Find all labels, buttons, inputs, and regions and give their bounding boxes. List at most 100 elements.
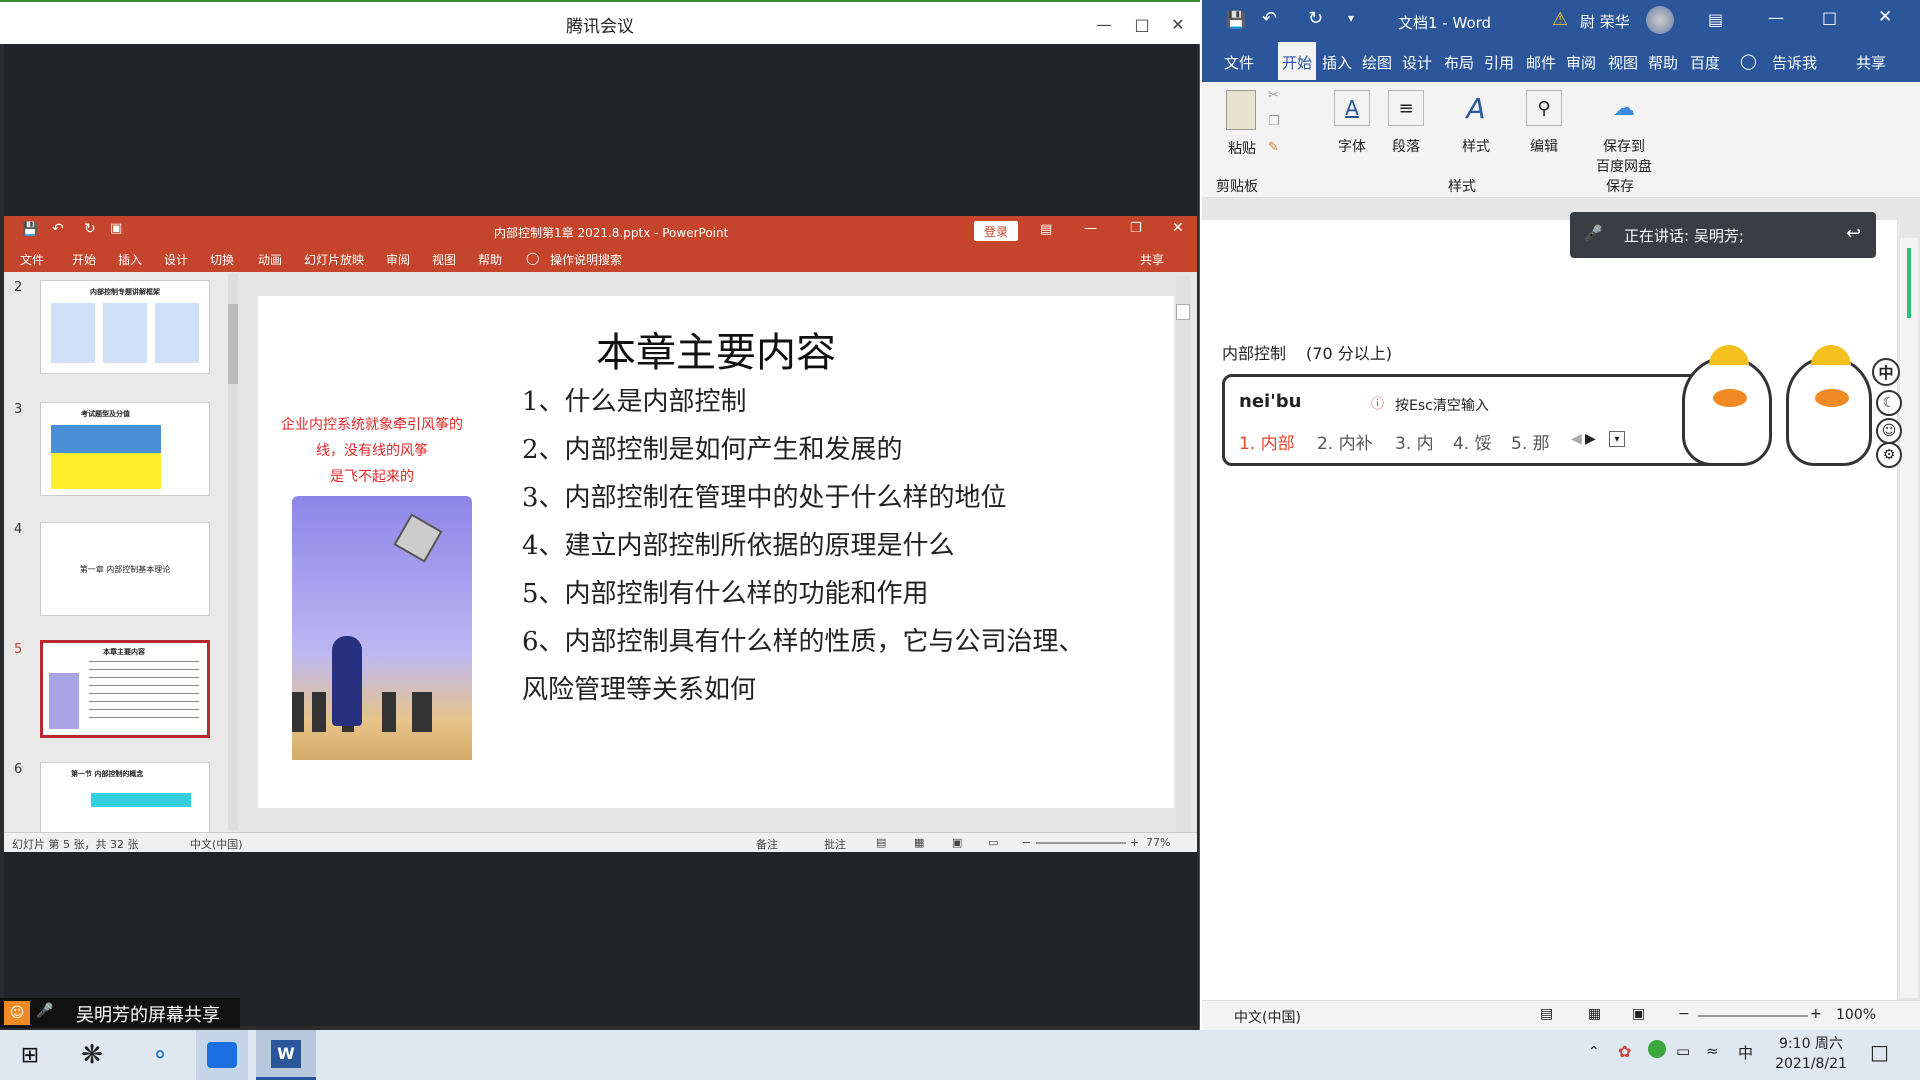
tab-help[interactable]: 帮助 [1648, 52, 1678, 73]
slideshow-icon[interactable]: ▣ [110, 221, 122, 236]
zoom-in-icon[interactable]: + [1810, 1006, 1822, 1022]
save-icon[interactable]: 💾 [22, 222, 38, 237]
word-taskbar-icon[interactable]: W [256, 1030, 316, 1080]
next-page-icon[interactable]: ▶ [1585, 431, 1596, 447]
ribbon-display-icon[interactable]: ▤ [1040, 222, 1052, 237]
zoom-slider[interactable] [1698, 1015, 1808, 1017]
document-page[interactable]: 内部控制 (70 分以上) [1202, 220, 1897, 1000]
tab-help[interactable]: 帮助 [478, 251, 502, 268]
undo-icon[interactable]: ↶ [1262, 8, 1277, 29]
reply-icon[interactable]: ↩ [1846, 223, 1861, 244]
print-layout-icon[interactable]: ▦ [1588, 1006, 1601, 1022]
moon-icon[interactable]: ☾ [1876, 390, 1902, 416]
word-language[interactable]: 中文(中国) [1234, 1007, 1301, 1027]
ppt-zoom-level[interactable]: 77% [1146, 836, 1170, 849]
tab-layout[interactable]: 布局 [1444, 52, 1474, 73]
slide-thumbnail-selected[interactable]: 本章主要内容 [40, 640, 210, 738]
tab-review[interactable]: 审阅 [386, 251, 410, 268]
ribbon-display-icon[interactable]: ▤ [1708, 10, 1723, 29]
word-scrollbar[interactable] [1900, 238, 1918, 998]
slide-thumbnail[interactable]: 第一章 内部控制基本理论 [40, 522, 210, 616]
tray-icon[interactable]: ✿ [1618, 1042, 1631, 1061]
slide-canvas[interactable]: 本章主要内容 企业内控系统就象牵引风筝的线，没有线的风筝 是飞不起来的 1、什么… [258, 296, 1174, 808]
zoom-out-icon[interactable]: − [1022, 836, 1031, 849]
ime-candidate[interactable]: 2. 内补 [1317, 429, 1373, 454]
start-icon[interactable]: ⊞ [12, 1040, 48, 1070]
ime-candidate[interactable]: 4. 馁 [1453, 429, 1492, 454]
chevron-up-icon[interactable]: ⌃ [1588, 1044, 1600, 1060]
ppt-minimize-icon[interactable]: — [1084, 221, 1097, 236]
slide-thumbnail[interactable]: 考试题型及分值 [40, 402, 210, 496]
tab-baidu[interactable]: 百度 [1690, 52, 1720, 73]
tab-mailings[interactable]: 邮件 [1526, 52, 1556, 73]
user-name[interactable]: 尉 荣华 [1580, 11, 1630, 32]
tab-file[interactable]: 文件 [1224, 52, 1254, 73]
save-icon[interactable]: 💾 [1226, 10, 1246, 29]
slide-thumbnail[interactable]: 内部控制专题讲解框架 [40, 280, 210, 374]
wifi-icon[interactable]: ≈ [1706, 1042, 1719, 1060]
tencent-meeting-taskbar-icon[interactable] [196, 1030, 248, 1080]
slide-scrollbar[interactable] [1176, 276, 1190, 832]
ime-candidate[interactable]: 1. 内部 [1239, 429, 1295, 454]
tab-file[interactable]: 文件 [20, 251, 44, 268]
tab-home[interactable]: 开始 [1278, 42, 1317, 82]
ime-candidate[interactable]: 5. 那 [1511, 429, 1550, 454]
slide-thumbnail[interactable]: 第一节 内部控制的概念 [40, 762, 210, 832]
tab-transitions[interactable]: 切换 [210, 251, 234, 268]
word-minimize-icon[interactable]: — [1768, 8, 1784, 27]
quick-access-dropdown-icon[interactable]: ▾ [1348, 11, 1354, 25]
tab-home[interactable]: 开始 [72, 251, 96, 268]
notes-button[interactable]: 备注 [756, 836, 778, 852]
tab-draw[interactable]: 绘图 [1362, 52, 1392, 73]
word-close-icon[interactable]: ✕ [1878, 7, 1892, 27]
zoom-out-icon[interactable]: − [1678, 1006, 1690, 1022]
tell-me-search[interactable]: 操作说明搜索 [550, 251, 622, 268]
browser-icon[interactable]: ⚬ [142, 1038, 178, 1072]
emoji-icon[interactable]: ☺ [1876, 418, 1902, 444]
close-icon[interactable]: ✕ [1164, 10, 1192, 38]
ppt-close-icon[interactable]: ✕ [1172, 220, 1184, 236]
ime-candidate[interactable]: 3. 内 [1395, 429, 1434, 454]
ime-tray-mode[interactable]: 中 [1738, 1042, 1753, 1063]
tab-design[interactable]: 设计 [1402, 52, 1432, 73]
read-mode-icon[interactable]: ▤ [1540, 1006, 1553, 1022]
redo-icon[interactable]: ↻ [1308, 8, 1323, 29]
ppt-restore-icon[interactable]: ❐ [1130, 221, 1142, 236]
thumbnail-scrollbar[interactable] [228, 274, 238, 830]
avatar[interactable] [1646, 6, 1674, 34]
web-layout-icon[interactable]: ▣ [1632, 1006, 1645, 1022]
app-icon[interactable]: ❋ [74, 1040, 110, 1070]
word-zoom-level[interactable]: 100% [1836, 1007, 1876, 1023]
zoom-in-icon[interactable]: + [1130, 836, 1139, 849]
format-painter-icon[interactable]: ✎ [1268, 140, 1279, 155]
tab-review[interactable]: 审阅 [1566, 52, 1596, 73]
word-maximize-icon[interactable]: □ [1822, 8, 1837, 27]
tray-icon[interactable] [1648, 1040, 1666, 1058]
cut-icon[interactable]: ✂ [1268, 88, 1279, 103]
redo-icon[interactable]: ↻ [84, 221, 96, 237]
slideshow-view-icon[interactable]: ▭ [988, 836, 998, 849]
settings-icon[interactable]: ⚙ [1876, 442, 1902, 468]
undo-icon[interactable]: ↶ [52, 221, 64, 237]
system-clock[interactable]: 9:10 周六 2021/8/21 [1766, 1034, 1856, 1074]
comments-button[interactable]: 批注 [824, 836, 846, 852]
normal-view-icon[interactable]: ▤ [876, 836, 886, 849]
expand-icon[interactable]: ▾ [1609, 431, 1625, 447]
tab-view[interactable]: 视图 [1608, 52, 1638, 73]
ppt-language[interactable]: 中文(中国) [190, 836, 243, 852]
minimize-icon[interactable]: — [1090, 10, 1118, 38]
tab-design[interactable]: 设计 [164, 251, 188, 268]
battery-icon[interactable]: ▭ [1676, 1042, 1690, 1060]
tab-references[interactable]: 引用 [1484, 52, 1514, 73]
tab-insert[interactable]: 插入 [1322, 52, 1352, 73]
copy-icon[interactable]: ❐ [1268, 114, 1280, 129]
ppt-share-button[interactable]: 共享 [1140, 251, 1164, 268]
tell-me-search[interactable]: 告诉我 [1772, 52, 1817, 73]
login-button[interactable]: 登录 [974, 221, 1018, 241]
reading-view-icon[interactable]: ▣ [952, 836, 962, 849]
zoom-slider[interactable] [1036, 842, 1126, 844]
tab-view[interactable]: 视图 [432, 251, 456, 268]
sorter-view-icon[interactable]: ▦ [914, 836, 924, 849]
tab-animations[interactable]: 动画 [258, 251, 282, 268]
tab-insert[interactable]: 插入 [118, 251, 142, 268]
